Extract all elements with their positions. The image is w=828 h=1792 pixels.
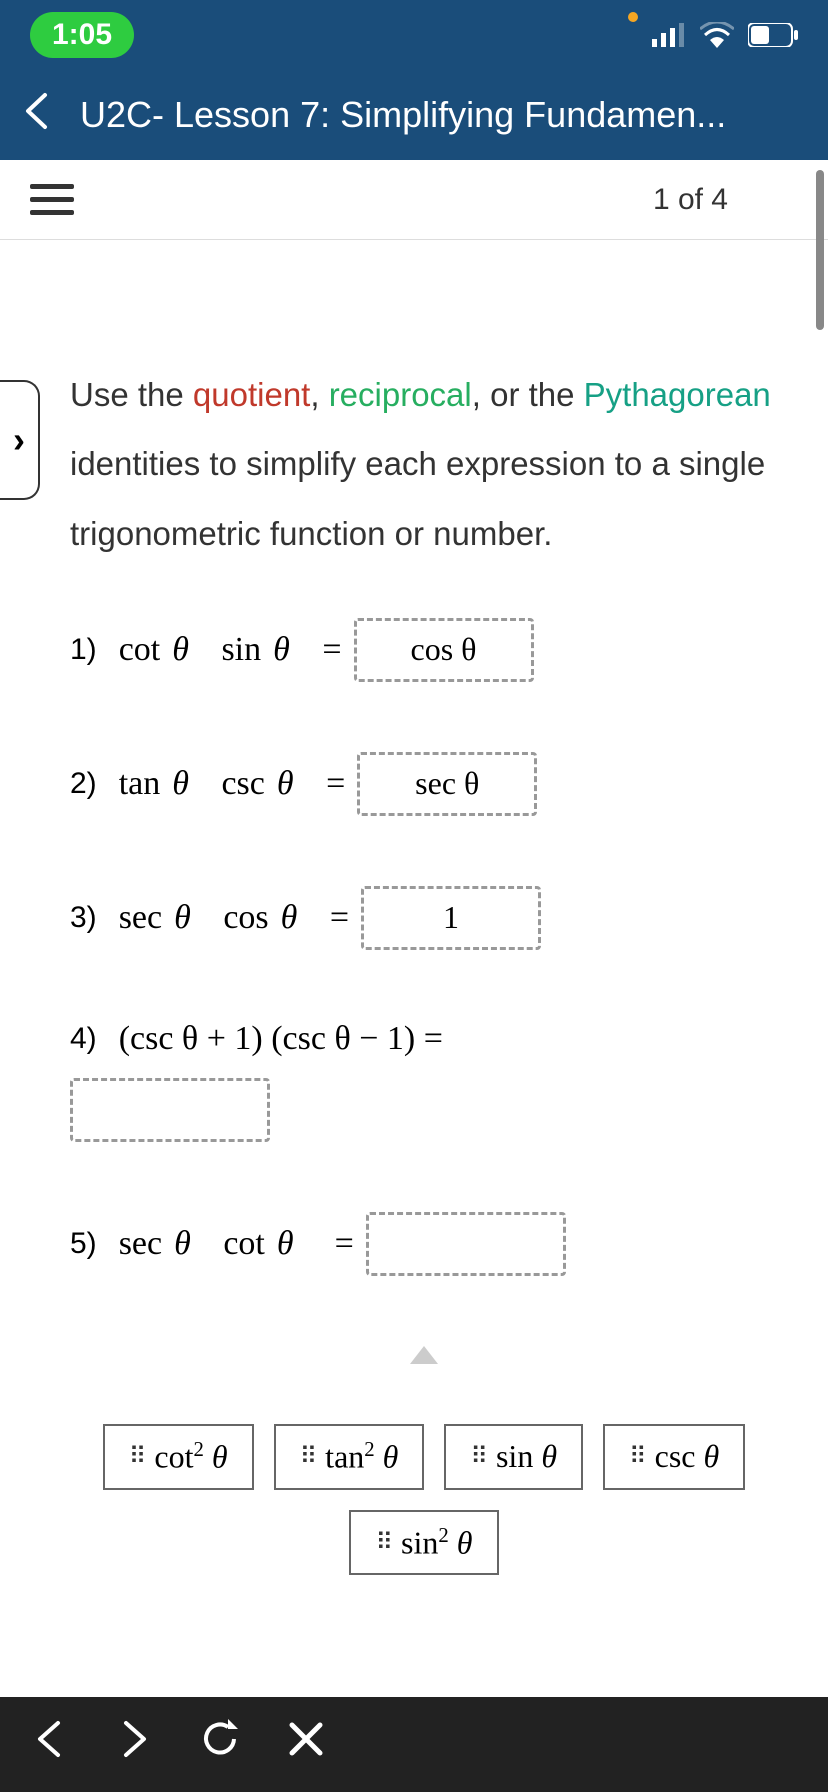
menu-icon[interactable] [30,184,74,215]
theta: θ [172,765,189,803]
equals: = [330,899,349,937]
equals: = [322,631,341,669]
recording-indicator [628,12,638,22]
tile-csc[interactable]: ⠿csc θ [603,1424,745,1490]
page-counter: 1 of 4 [653,183,728,217]
problem-number: 5) [70,1227,97,1261]
link-reciprocal[interactable]: reciprocal [329,376,472,413]
expr-text: csc [221,765,264,803]
expr-text: sec [119,899,162,937]
theta: θ [172,631,189,669]
link-quotient[interactable]: quotient [193,376,310,413]
status-bar: 1:05 [0,0,828,70]
tile-sin[interactable]: ⠿sin θ [444,1424,583,1490]
tile-tan2[interactable]: ⠿tan2 θ [274,1424,425,1490]
sub-header: 1 of 4 [0,160,828,240]
grip-icon: ⠿ [300,1442,316,1471]
theta: θ [277,765,294,803]
theta: θ [273,631,290,669]
problem-3: 3) secθ cosθ = 1 [70,886,778,950]
problem-4: 4) (csc θ + 1) (csc θ − 1) = [70,1020,778,1058]
grip-icon: ⠿ [470,1442,486,1471]
theta: θ [174,1225,191,1263]
problem-number: 3) [70,901,97,935]
expr-text: sec [119,1225,162,1263]
page-title: U2C- Lesson 7: Simplifying Fundamen... [80,94,726,136]
close-icon[interactable] [286,1719,326,1770]
answer-slot-1[interactable]: cos θ [354,618,534,682]
theta: θ [174,899,191,937]
grip-icon: ⠿ [375,1528,391,1557]
expr-text: (csc θ + 1) (csc θ − 1) = [119,1020,443,1058]
tile-sin2[interactable]: ⠿sin2 θ [349,1510,498,1576]
problem-5: 5) secθ cotθ = [70,1212,778,1276]
nav-back-icon[interactable] [30,1719,70,1770]
wifi-icon [700,22,734,48]
problem-1: 1) cotθ sinθ = cos θ [70,618,778,682]
answer-slot-4[interactable] [70,1078,270,1142]
answer-bank: ⠿cot2 θ ⠿tan2 θ ⠿sin θ ⠿csc θ ⠿sin2 θ [70,1424,778,1575]
link-pythagorean[interactable]: Pythagorean [584,376,771,413]
instruction-text: Use the quotient, reciprocal, or the Pyt… [70,360,778,568]
cellular-icon [652,23,686,47]
expr-text: cot [119,631,161,669]
equals: = [335,1225,354,1263]
answer-slot-5[interactable] [366,1212,566,1276]
back-arrow-icon[interactable] [20,88,60,143]
time-pill[interactable]: 1:05 [30,12,134,58]
grip-icon: ⠿ [629,1442,645,1471]
theta: θ [277,1225,294,1263]
problem-number: 4) [70,1022,97,1056]
expr-text: cos [223,899,268,937]
grip-icon: ⠿ [129,1442,145,1471]
nav-forward-icon[interactable] [114,1719,154,1770]
expr-text: tan [119,765,161,803]
answer-slot-2[interactable]: sec θ [357,752,537,816]
reload-icon[interactable] [198,1717,242,1772]
problem-4-answer-row [70,1078,778,1142]
expr-text: cot [223,1225,265,1263]
problem-number: 1) [70,633,97,667]
bottom-toolbar [0,1697,828,1792]
expr-text: sin [221,631,261,669]
problem-number: 2) [70,767,97,801]
battery-icon [748,23,798,47]
tile-cot2[interactable]: ⠿cot2 θ [103,1424,254,1490]
equals: = [326,765,345,803]
lesson-content: Use the quotient, reciprocal, or the Pyt… [0,240,828,1605]
nav-header: U2C- Lesson 7: Simplifying Fundamen... [0,70,828,160]
answer-slot-3[interactable]: 1 [361,886,541,950]
problem-2: 2) tanθ cscθ = sec θ [70,752,778,816]
tooltip-pointer-icon [70,1346,778,1364]
theta: θ [281,899,298,937]
